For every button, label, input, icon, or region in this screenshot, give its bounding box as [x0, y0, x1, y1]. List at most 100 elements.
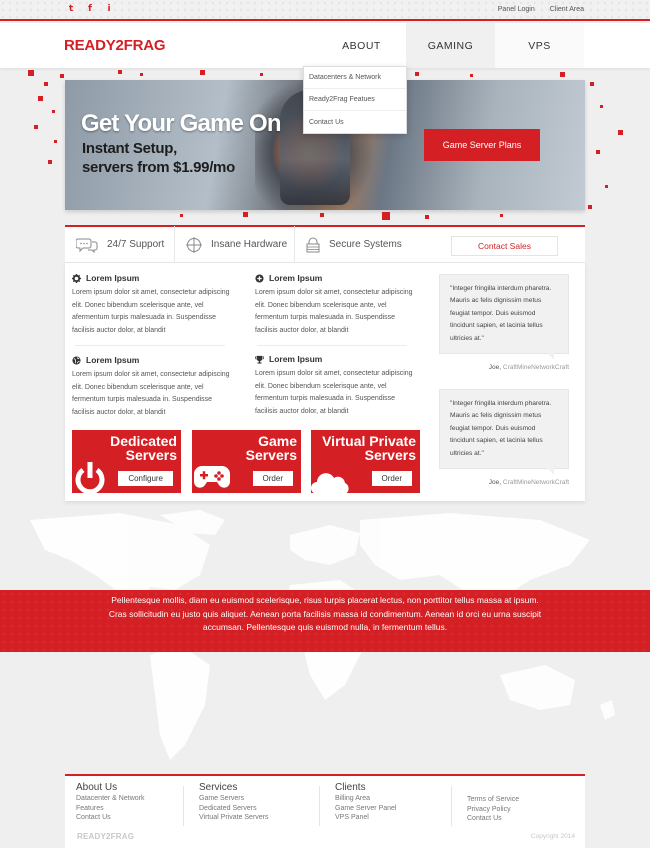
gamepad-icon: [194, 466, 230, 488]
nav-gaming[interactable]: GAMING: [406, 23, 495, 68]
social-links: t f i: [67, 4, 113, 14]
footer-column-clients: Clients Billing Area Game Server Panel V…: [335, 782, 396, 823]
nav-vps[interactable]: VPS: [495, 23, 584, 68]
footer-logo: READY2FRAG: [77, 832, 135, 841]
divider: [75, 345, 225, 346]
copyright: Copyright 2014: [530, 833, 575, 840]
testimonial-text: "Integer fringilla interdum pharetra. Ma…: [450, 285, 552, 342]
lock-icon: [306, 237, 320, 252]
twitter-icon[interactable]: t: [67, 4, 75, 14]
chat-icon: [76, 238, 98, 253]
configure-button[interactable]: Configure: [118, 471, 173, 486]
footer-link[interactable]: Game Servers: [199, 794, 269, 804]
nav-about[interactable]: ABOUT: [317, 23, 406, 68]
footer-link[interactable]: VPS Panel: [335, 813, 396, 823]
info-icon[interactable]: i: [105, 4, 113, 14]
lorem-title: Lorem Ipsum: [86, 273, 140, 283]
lorem-title: Lorem Ipsum: [269, 354, 323, 364]
footer-link[interactable]: Dedicated Servers: [199, 804, 269, 814]
crosshair-icon: [186, 236, 202, 253]
footer-column-about: About Us Datacenter & Network Features C…: [76, 782, 144, 823]
hero-subtitle-line2: servers from $1.99/mo: [82, 159, 235, 176]
testimonial-text: "Integer fringilla interdum pharetra. Ma…: [450, 400, 552, 457]
site-logo[interactable]: READY2FRAG: [64, 37, 166, 54]
product-title: Virtual Private Servers: [322, 433, 416, 463]
footer-link[interactable]: Contact Us: [76, 813, 144, 823]
feature-hardware: Insane Hardware: [175, 225, 295, 264]
footer-heading: About Us: [76, 782, 118, 793]
main-content-panel: Lorem Ipsum Lorem ipsum dolor sit amet, …: [65, 263, 585, 501]
divider: [183, 786, 184, 826]
site-header: READY2FRAG ABOUT GAMING VPS: [0, 23, 650, 68]
lorem-block-3: Lorem Ipsum Lorem ipsum dolor sit amet, …: [72, 355, 230, 419]
facebook-icon[interactable]: f: [86, 4, 94, 14]
testimonial-author: Joe, CraftMineNetworkCraft: [488, 364, 569, 371]
lorem-title: Lorem Ipsum: [269, 273, 323, 283]
divider: [319, 786, 320, 826]
top-bar: t f i Panel Login Client Area: [0, 0, 650, 21]
about-dropdown-menu: Datacenters & Network Ready2Frag Featues…: [303, 66, 407, 134]
feature-support-label: 24/7 Support: [107, 239, 165, 250]
divider: [257, 345, 407, 346]
trophy-icon: [255, 355, 264, 364]
contact-sales-button[interactable]: Contact Sales: [451, 236, 558, 256]
order-button[interactable]: Order: [371, 471, 412, 486]
lorem-block-1: Lorem Ipsum Lorem ipsum dolor sit amet, …: [72, 273, 230, 337]
power-icon: [75, 462, 105, 493]
lorem-body: Lorem ipsum dolor sit amet, consectetur …: [72, 289, 230, 334]
footer-column-legal: Terms of Service Privacy Policy Contact …: [467, 795, 519, 824]
footer-link[interactable]: Privacy Policy: [467, 805, 519, 815]
footer-heading: Clients: [335, 782, 366, 793]
lorem-body: Lorem ipsum dolor sit amet, consectetur …: [72, 371, 230, 416]
feature-support: 24/7 Support: [65, 225, 175, 264]
lorem-heading: Lorem Ipsum: [72, 273, 230, 283]
lorem-block-2: Lorem Ipsum Lorem ipsum dolor sit amet, …: [255, 273, 413, 337]
footer-link[interactable]: Features: [76, 804, 144, 814]
footer-link[interactable]: Virtual Private Servers: [199, 813, 269, 823]
lorem-body: Lorem ipsum dolor sit amet, consectetur …: [255, 289, 413, 334]
menu-item-datacenters[interactable]: Datacenters & Network: [304, 67, 406, 89]
footer-link[interactable]: Game Server Panel: [335, 804, 396, 814]
lorem-heading: Lorem Ipsum: [72, 355, 230, 365]
footer-link[interactable]: Terms of Service: [467, 795, 519, 805]
plus-circle-icon: [255, 273, 264, 283]
footer-column-services: Services Game Servers Dedicated Servers …: [199, 782, 269, 823]
menu-item-features[interactable]: Ready2Frag Featues: [304, 89, 406, 111]
order-button[interactable]: Order: [252, 471, 293, 486]
footer-link[interactable]: Datacenter & Network: [76, 794, 144, 804]
testimonial-author: Joe, CraftMineNetworkCraft: [488, 479, 569, 486]
main-nav: ABOUT GAMING VPS: [317, 23, 584, 68]
hero-subtitle-line1: Instant Setup,: [82, 140, 177, 157]
menu-item-contact[interactable]: Contact Us: [304, 111, 406, 133]
panel-login-link[interactable]: Panel Login: [498, 6, 535, 13]
footer-heading: Services: [199, 782, 238, 793]
feature-security: Secure Systems: [295, 226, 415, 264]
lorem-block-4: Lorem Ipsum Lorem ipsum dolor sit amet, …: [255, 354, 413, 418]
feature-security-label: Secure Systems: [329, 239, 402, 250]
footer-link[interactable]: Contact Us: [467, 814, 519, 824]
gear-icon: [72, 273, 81, 283]
testimonial: "Integer fringilla interdum pharetra. Ma…: [439, 389, 569, 475]
product-title: Dedicated Servers: [110, 433, 177, 463]
lorem-heading: Lorem Ipsum: [255, 354, 413, 364]
lorem-heading: Lorem Ipsum: [255, 273, 413, 283]
feature-hardware-label: Insane Hardware: [211, 239, 288, 250]
account-links: Panel Login Client Area: [498, 6, 584, 13]
dedicated-servers-card[interactable]: Dedicated Servers Configure: [72, 430, 181, 493]
game-server-plans-button[interactable]: Game Server Plans: [424, 129, 540, 161]
divider: [451, 786, 452, 826]
client-area-link[interactable]: Client Area: [550, 6, 584, 13]
footer-link[interactable]: Billing Area: [335, 794, 396, 804]
game-servers-card[interactable]: Game Servers Order: [192, 430, 301, 493]
promo-text: Pellentesque mollis, diam eu euismod sce…: [108, 595, 542, 632]
lorem-title: Lorem Ipsum: [86, 355, 140, 365]
cloud-icon: [311, 473, 349, 493]
promo-band: Pellentesque mollis, diam eu euismod sce…: [0, 590, 650, 652]
testimonial: "Integer fringilla interdum pharetra. Ma…: [439, 274, 569, 360]
features-bar: 24/7 Support Insane Hardware Secure Syst…: [65, 225, 585, 264]
product-title: Game Servers: [245, 433, 297, 463]
vps-card[interactable]: Virtual Private Servers Order: [311, 430, 420, 493]
lorem-body: Lorem ipsum dolor sit amet, consectetur …: [255, 370, 413, 415]
site-footer: About Us Datacenter & Network Features C…: [65, 774, 585, 848]
hero-title: Get Your Game On: [81, 110, 282, 137]
